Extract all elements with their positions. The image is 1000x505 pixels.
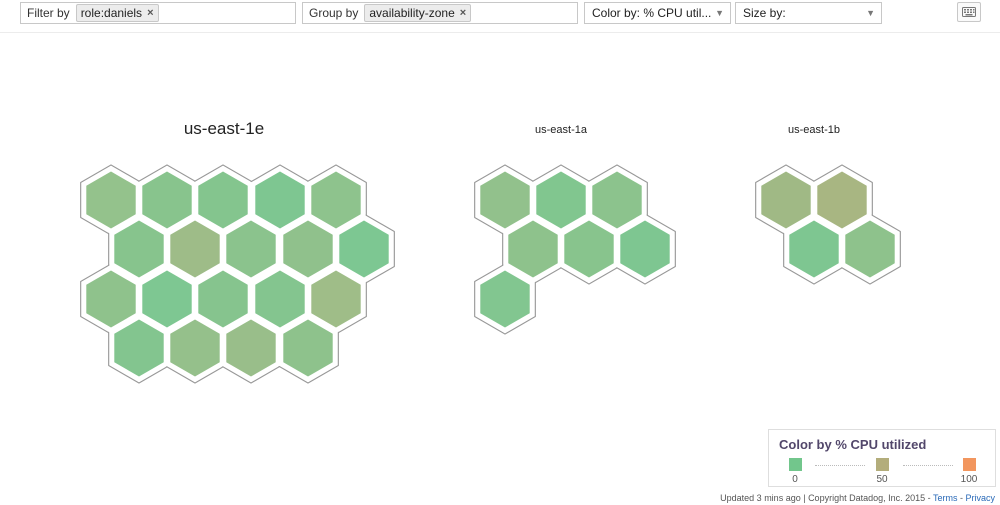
group-by-label: Group by <box>309 6 359 20</box>
group-tag-remove-icon[interactable]: × <box>460 7 466 19</box>
group-by-field[interactable]: Group by availability-zone × <box>302 2 578 24</box>
chevron-down-icon: ▼ <box>866 8 875 18</box>
size-by-select[interactable]: Size by: ▼ <box>735 2 882 24</box>
legend-value-50: 50 <box>876 474 888 485</box>
host-group-us-east-1e <box>80 164 395 384</box>
chevron-down-icon: ▼ <box>715 8 724 18</box>
filter-by-field[interactable]: Filter by role:daniels × <box>20 2 296 24</box>
color-legend: Color by % CPU utilized 0 50 100 <box>768 429 996 487</box>
host-map: us-east-1e us-east-1a us-east-1b <box>0 33 1000 433</box>
updated-text: Updated 3 mins ago <box>720 493 801 503</box>
legend-value-0: 0 <box>792 474 798 485</box>
legend-dots <box>815 465 865 466</box>
filter-tag-label: role:daniels <box>80 6 143 20</box>
hexagon-map-canvas <box>80 164 901 384</box>
footer: Updated 3 mins ago | Copyright Datadog, … <box>720 493 995 503</box>
copyright-text: Copyright Datadog, Inc. 2015 - <box>808 493 933 503</box>
toolbar: Filter by role:daniels × Group by availa… <box>0 0 1000 33</box>
legend-swatch-100 <box>963 458 976 471</box>
color-by-value: Color by: % CPU util... <box>592 6 712 20</box>
footer-separator: | <box>800 493 809 503</box>
legend-swatch-50 <box>876 458 889 471</box>
host-group-us-east-1a <box>474 164 676 335</box>
legend-dots <box>903 465 953 466</box>
filter-tag-remove-icon[interactable]: × <box>147 7 153 19</box>
group-tag-label: availability-zone <box>369 6 455 20</box>
filter-by-label: Filter by <box>27 6 70 20</box>
filter-tag: role:daniels × <box>75 4 159 22</box>
privacy-link[interactable]: Privacy <box>965 493 995 503</box>
host-group-us-east-1b <box>755 164 901 285</box>
group-tag: availability-zone × <box>364 4 472 22</box>
legend-swatch-0 <box>789 458 802 471</box>
size-by-value: Size by: <box>743 6 786 20</box>
keyboard-icon <box>962 7 976 17</box>
legend-title: Color by % CPU utilized <box>779 437 927 452</box>
color-by-select[interactable]: Color by: % CPU util... ▼ <box>584 2 731 24</box>
legend-value-100: 100 <box>960 474 978 485</box>
terms-link[interactable]: Terms <box>933 493 958 503</box>
keyboard-shortcuts-button[interactable] <box>957 2 981 22</box>
